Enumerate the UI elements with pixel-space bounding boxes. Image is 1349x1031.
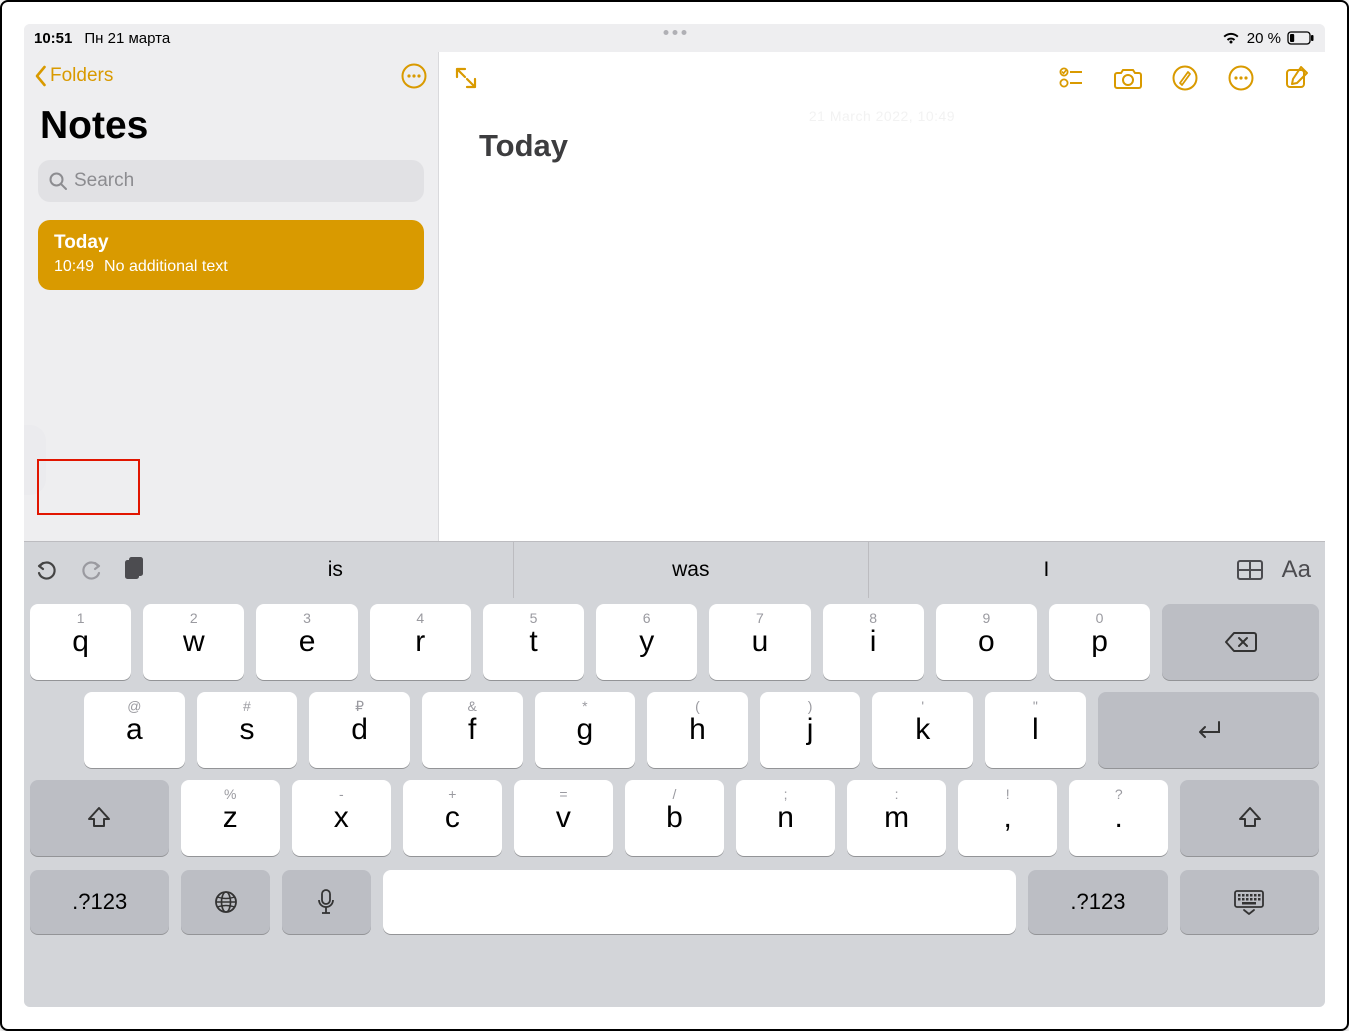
key-j[interactable]: )j bbox=[760, 692, 861, 768]
suggestion-1[interactable]: is bbox=[158, 542, 513, 598]
key-k[interactable]: 'k bbox=[872, 692, 973, 768]
note-timestamp: 21 March 2022, 10:49 bbox=[809, 108, 955, 124]
compose-button[interactable] bbox=[1283, 64, 1311, 92]
multitask-grabber[interactable] bbox=[663, 30, 686, 35]
note-item-preview: No additional text bbox=[104, 258, 228, 276]
battery-icon bbox=[1287, 31, 1315, 45]
key-l[interactable]: "l bbox=[985, 692, 1086, 768]
kb-row-2: @a #s ₽d &f *g (h )j 'k "l bbox=[30, 692, 1319, 768]
note-item-title: Today bbox=[54, 232, 408, 254]
key-o[interactable]: 9o bbox=[936, 604, 1037, 680]
key-d[interactable]: ₽d bbox=[309, 692, 410, 768]
key-f[interactable]: &f bbox=[422, 692, 523, 768]
shift-key-right[interactable] bbox=[1180, 780, 1319, 856]
key-y[interactable]: 6y bbox=[596, 604, 697, 680]
space-key[interactable] bbox=[383, 870, 1017, 934]
key-period[interactable]: ?. bbox=[1069, 780, 1168, 856]
note-list-item[interactable]: Today 10:49 No additional text bbox=[38, 220, 424, 290]
key-u[interactable]: 7u bbox=[709, 604, 810, 680]
key-s[interactable]: #s bbox=[197, 692, 298, 768]
onscreen-keyboard: is was I Aa 1q 2w 3e 4r 5t bbox=[24, 541, 1325, 1007]
kb-row-4: .?123 .?123 bbox=[30, 870, 1319, 934]
dictation-key[interactable] bbox=[282, 870, 371, 934]
globe-key[interactable] bbox=[181, 870, 270, 934]
key-g[interactable]: *g bbox=[535, 692, 636, 768]
notes-sidebar: Folders Notes Search Today 10:49 No addi… bbox=[24, 52, 439, 541]
clock: 10:51 bbox=[34, 30, 72, 47]
key-c[interactable]: +c bbox=[403, 780, 502, 856]
markup-button[interactable] bbox=[1171, 64, 1199, 92]
status-date: Пн 21 марта bbox=[84, 30, 170, 47]
key-b[interactable]: /b bbox=[625, 780, 724, 856]
page-title: Notes bbox=[24, 96, 438, 160]
search-placeholder: Search bbox=[74, 170, 134, 192]
search-input[interactable]: Search bbox=[38, 160, 424, 202]
key-i[interactable]: 8i bbox=[823, 604, 924, 680]
return-key[interactable] bbox=[1098, 692, 1319, 768]
key-a[interactable]: @a bbox=[84, 692, 185, 768]
key-z[interactable]: %z bbox=[181, 780, 280, 856]
kb-row-3: %z -x +c =v /b ;n :m !, ?. bbox=[30, 780, 1319, 856]
dismiss-keyboard-key[interactable] bbox=[1180, 870, 1319, 934]
key-comma[interactable]: !, bbox=[958, 780, 1057, 856]
key-p[interactable]: 0p bbox=[1049, 604, 1150, 680]
key-t[interactable]: 5t bbox=[483, 604, 584, 680]
key-m[interactable]: :m bbox=[847, 780, 946, 856]
editor-more-button[interactable] bbox=[1227, 64, 1255, 92]
kb-row-1: 1q 2w 3e 4r 5t 6y 7u 8i 9o 0p bbox=[30, 604, 1319, 680]
back-to-folders-button[interactable]: Folders bbox=[34, 65, 113, 87]
key-h[interactable]: (h bbox=[647, 692, 748, 768]
note-editor[interactable]: 21 March 2022, 10:49 Today bbox=[439, 52, 1325, 541]
suggestion-3[interactable]: I bbox=[868, 542, 1224, 598]
key-e[interactable]: 3e bbox=[256, 604, 357, 680]
slide-over-handle[interactable] bbox=[24, 425, 46, 495]
back-label: Folders bbox=[50, 65, 113, 87]
key-q[interactable]: 1q bbox=[30, 604, 131, 680]
note-item-time: 10:49 bbox=[54, 258, 94, 276]
search-icon bbox=[48, 171, 68, 191]
text-format-button[interactable]: Aa bbox=[1282, 556, 1311, 584]
backspace-key[interactable] bbox=[1162, 604, 1319, 680]
shift-key-left[interactable] bbox=[30, 780, 169, 856]
numbers-mode-key-right[interactable]: .?123 bbox=[1028, 870, 1167, 934]
key-n[interactable]: ;n bbox=[736, 780, 835, 856]
key-v[interactable]: =v bbox=[514, 780, 613, 856]
editor-toolbar bbox=[439, 52, 1325, 104]
camera-button[interactable] bbox=[1113, 65, 1143, 91]
key-x[interactable]: -x bbox=[292, 780, 391, 856]
expand-fullscreen-button[interactable] bbox=[453, 65, 479, 91]
checklist-button[interactable] bbox=[1057, 64, 1085, 92]
numbers-mode-key-left[interactable]: .?123 bbox=[30, 870, 169, 934]
battery-pct: 20 % bbox=[1247, 30, 1281, 47]
note-heading[interactable]: Today bbox=[479, 128, 1285, 164]
redo-button[interactable] bbox=[78, 557, 104, 583]
table-insert-button[interactable] bbox=[1236, 559, 1264, 581]
key-w[interactable]: 2w bbox=[143, 604, 244, 680]
key-r[interactable]: 4r bbox=[370, 604, 471, 680]
undo-button[interactable] bbox=[34, 557, 60, 583]
status-bar: 10:51 Пн 21 марта 20 % bbox=[24, 24, 1325, 52]
wifi-icon bbox=[1221, 31, 1241, 45]
suggestion-2[interactable]: was bbox=[513, 542, 869, 598]
keyboard-suggestion-bar: is was I Aa bbox=[24, 542, 1325, 598]
sidebar-more-button[interactable] bbox=[400, 62, 428, 90]
clipboard-button[interactable] bbox=[122, 556, 146, 584]
